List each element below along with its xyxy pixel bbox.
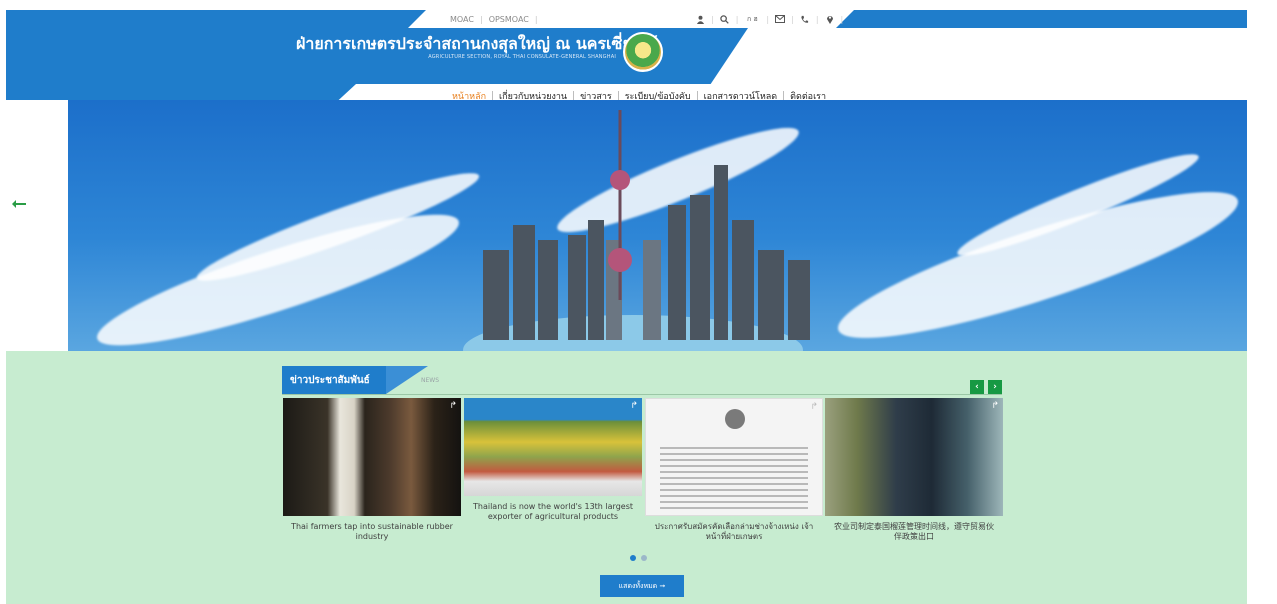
moac-link[interactable]: MOAC — [450, 15, 474, 24]
news-card[interactable]: ↱ Thai farmers tap into sustainable rubb… — [283, 398, 461, 543]
news-card-caption: ประกาศรับสมัครคัดเลือกล่ามช่างจ้างเหน่ง … — [654, 522, 814, 542]
durian-fruits-image: ↱ — [464, 398, 642, 496]
pager-dot-1[interactable] — [630, 555, 636, 561]
user-icon[interactable] — [694, 12, 706, 26]
language-icon[interactable]: ก ฮ — [743, 12, 761, 26]
news-card[interactable]: ↱ 农业司制定泰国榴莲管理时间线，遵守贸易伙伴政策出口 — [825, 398, 1003, 543]
share-icon[interactable]: ↱ — [991, 401, 999, 411]
hero-banner-shanghai-skyline[interactable] — [68, 100, 1247, 351]
announcement-document-image: ↱ — [645, 398, 823, 516]
separator: | — [791, 14, 794, 24]
separator: | — [766, 14, 770, 24]
hero-prev-arrow-icon[interactable] — [12, 196, 26, 212]
ministry-logo[interactable] — [623, 32, 663, 72]
news-card[interactable]: ↱ ประกาศรับสมัครคัดเลือกล่ามช่างจ้างเหน่… — [645, 398, 823, 543]
utility-icons: | | ก ฮ | | | | — [694, 10, 843, 28]
utility-links: MOAC | OPSMOAC | — [450, 10, 538, 28]
share-icon[interactable]: ↱ — [449, 401, 457, 411]
officer-holding-durian-image: ↱ — [825, 398, 1003, 516]
news-card[interactable]: ↱ Thailand is now the world's 13th large… — [464, 398, 642, 523]
chevron-right-icon: › — [993, 382, 997, 392]
show-all-button[interactable]: แสดงทั้งหมด ➞ — [600, 575, 684, 597]
separator: | — [840, 14, 844, 24]
share-icon[interactable]: ↱ — [810, 402, 818, 412]
mail-icon[interactable] — [774, 12, 786, 26]
news-divider — [282, 394, 1002, 395]
news-card-caption: Thailand is now the world's 13th largest… — [473, 502, 633, 522]
separator: | — [815, 14, 819, 24]
chevron-left-icon: ‹ — [975, 382, 979, 392]
separator: | — [479, 14, 483, 24]
separator: | — [735, 14, 739, 24]
separator: | — [711, 14, 714, 24]
carousel-pager — [630, 555, 647, 561]
city-skyline-illustration — [463, 110, 810, 351]
separator: | — [534, 14, 538, 24]
search-icon[interactable] — [719, 12, 731, 26]
news-next-button[interactable]: › — [988, 380, 1002, 394]
news-subheading: NEWS — [421, 377, 440, 384]
phone-icon[interactable] — [799, 12, 811, 26]
news-card-caption: 农业司制定泰国榴莲管理时间线，遵守贸易伙伴政策出口 — [834, 522, 994, 542]
document-text-lines — [660, 443, 808, 513]
location-icon[interactable] — [824, 12, 836, 26]
news-prev-button[interactable]: ‹ — [970, 380, 984, 394]
site-subtitle: AGRICULTURE SECTION, ROYAL THAI CONSULAT… — [428, 54, 616, 60]
news-heading: ข่าวประชาสัมพันธ์ — [282, 366, 386, 394]
thai-crest-icon — [725, 409, 745, 429]
share-icon[interactable]: ↱ — [630, 401, 638, 411]
rubber-farmer-image: ↱ — [283, 398, 461, 516]
opsmoac-link[interactable]: OPSMOAC — [489, 15, 529, 24]
news-card-caption: Thai farmers tap into sustainable rubber… — [291, 522, 453, 542]
pager-dot-2[interactable] — [641, 555, 647, 561]
